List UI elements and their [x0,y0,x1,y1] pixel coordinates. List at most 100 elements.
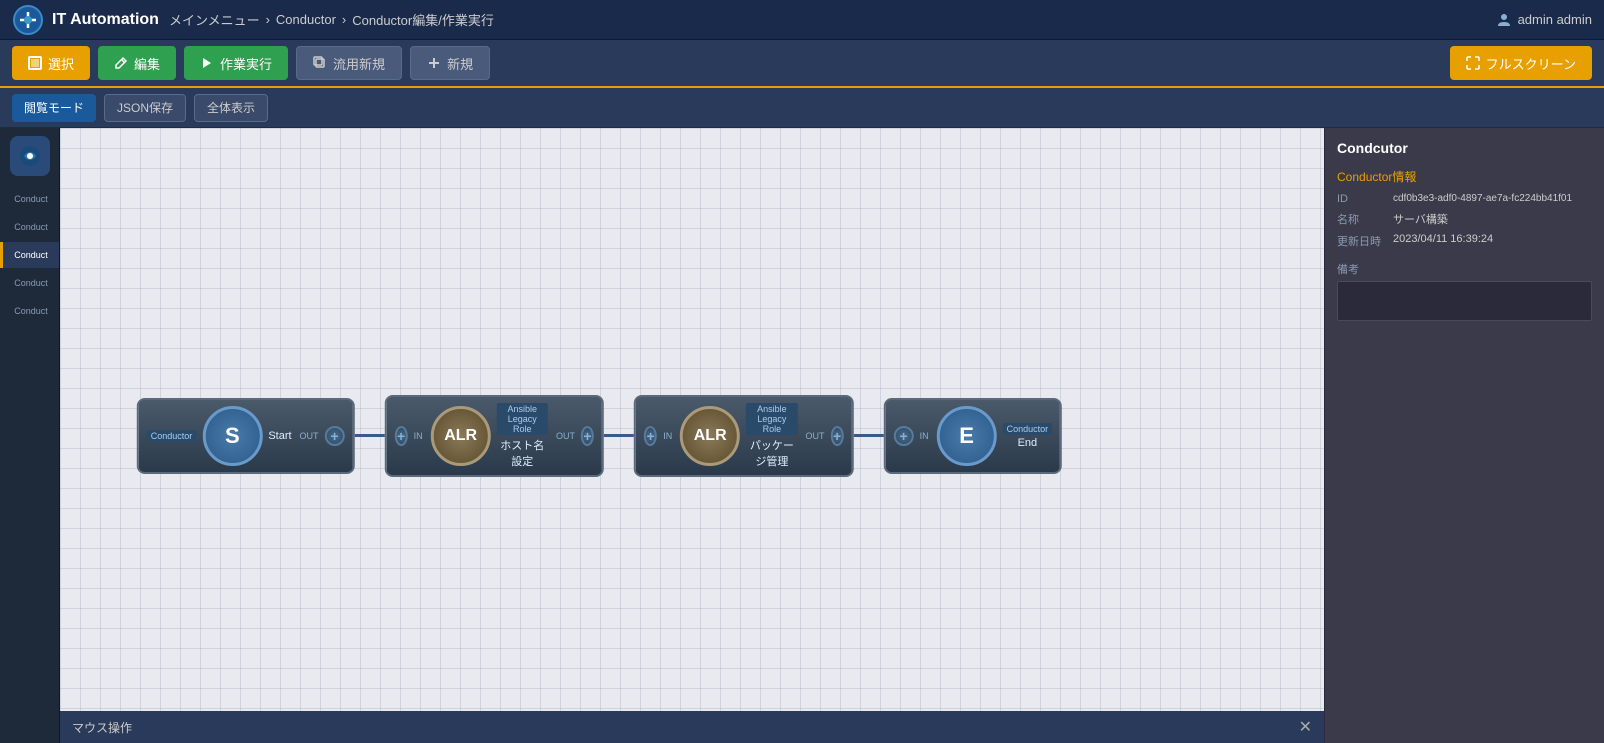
panel-section-title: Conductor情報 [1337,168,1592,185]
run-icon [200,56,214,70]
mouse-hint-close[interactable]: ✕ [1299,717,1312,737]
node-alr1-type: Ansible Legacy Role [497,403,548,435]
select-button[interactable]: 選択 [12,46,90,80]
node-alr2-info: Ansible Legacy Role パッケージ管理 [746,403,797,469]
node-end[interactable]: + IN E Conductor End [884,398,1063,474]
view-all-label: 全体表示 [207,101,255,115]
breadcrumb-section[interactable]: Conductor [276,12,336,27]
user-icon [1496,12,1512,28]
edit-icon [114,56,128,70]
node-start-name: Start [268,430,291,442]
main-layout: Conduct Conduct Conduct Conduct Conduct … [0,128,1604,743]
canvas-area[interactable]: Conductor S Start OUT + + [60,128,1324,743]
sidebar-item-label1: Conduct [14,194,48,204]
node-alr1-out-label: OUT [556,431,575,441]
node-alr2-out-connector[interactable]: + [830,426,843,446]
node-alr1-circle: ALR [431,406,491,466]
breadcrumb-sep1: › [266,12,270,27]
node-alr1-in-connector[interactable]: + [395,426,408,446]
node-start-box: Conductor S Start OUT + [137,398,355,474]
panel-date-value: 2023/04/11 16:39:24 [1393,233,1493,249]
node-alr1[interactable]: + IN ALR Ansible Legacy Role ホスト名設定 OUT … [385,395,605,477]
node-alr1-out-connector[interactable]: + [581,426,594,446]
copy-icon [313,56,327,70]
logo-area: IT Automation [12,4,159,36]
breadcrumb-menu[interactable]: メインメニュー [169,10,260,29]
fullscreen-button[interactable]: フルスクリーン [1450,46,1592,80]
panel-id-value: cdf0b3e3-adf0-4897-ae7a-fc224bb41f01 [1393,193,1572,205]
node-start-name-area: Start [268,430,291,442]
sidebar-item-conduct1[interactable]: Conduct [0,186,59,212]
new-button[interactable]: 新規 [410,46,490,80]
mouse-hint-label: マウス操作 [72,719,132,736]
run-label: 作業実行 [220,54,272,73]
sidebar-item-conduct3[interactable]: Conduct [0,242,59,268]
top-header: IT Automation メインメニュー › Conductor › Cond… [0,0,1604,40]
new-icon [427,56,441,70]
node-start[interactable]: Conductor S Start OUT + [137,398,355,474]
edit-button[interactable]: 編集 [98,46,176,80]
conn-line-3 [854,434,884,437]
canvas-grid: Conductor S Start OUT + + [60,128,1324,743]
node-alr2-box: + IN ALR Ansible Legacy Role パッケージ管理 OUT… [634,395,854,477]
sidebar-item-label4: Conduct [14,278,48,288]
user-name: admin admin [1518,12,1592,27]
node-end-in-label: IN [920,431,929,441]
json-save-button[interactable]: JSON保存 [104,94,186,122]
copy-button[interactable]: 流用新規 [296,46,402,80]
sidebar-item-conduct4[interactable]: Conduct [0,270,59,296]
conn-line-1 [355,434,385,437]
sidebar-item-label3: Conduct [14,250,48,260]
node-alr1-in-label: IN [414,431,423,441]
mode-button[interactable]: 閲覧モード [12,94,96,122]
node-alr2-circle: ALR [680,406,740,466]
breadcrumb: メインメニュー › Conductor › Conductor編集/作業実行 [169,10,1486,29]
node-start-out-connector[interactable]: + [325,426,345,446]
node-alr2-in-connector[interactable]: + [644,426,657,446]
new-label: 新規 [447,54,473,73]
node-alr2-type: Ansible Legacy Role [746,403,797,435]
select-icon [28,56,42,70]
panel-remarks-box [1337,281,1592,321]
mouse-hint-bar: マウス操作 ✕ [60,711,1324,743]
run-button[interactable]: 作業実行 [184,46,288,80]
logo-icon [12,4,44,36]
node-start-info: Conductor [147,430,197,442]
nodes-container: Conductor S Start OUT + + [137,395,1062,477]
sidebar-item-conduct2[interactable]: Conduct [0,214,59,240]
node-alr2-in-label: IN [663,431,672,441]
node-alr2[interactable]: + IN ALR Ansible Legacy Role パッケージ管理 OUT… [634,395,854,477]
panel-id-label: ID [1337,193,1385,205]
fullscreen-label: フルスクリーン [1486,54,1576,73]
node-start-circle: S [202,406,262,466]
node-end-circle: E [937,406,997,466]
panel-row-id: ID cdf0b3e3-adf0-4897-ae7a-fc224bb41f01 [1337,193,1592,205]
node-alr1-info: Ansible Legacy Role ホスト名設定 [497,403,548,469]
node-alr2-name: パッケージ管理 [746,437,797,469]
sidebar-item-label5: Conduct [14,306,48,316]
toolbar: 選択 編集 作業実行 流用新規 新規 フルスクリーン [0,40,1604,88]
node-start-out-label: OUT [300,431,319,441]
mode-label: 閲覧モード [24,101,84,115]
panel-remarks-title: 備考 [1337,261,1592,277]
node-end-in-connector[interactable]: + [894,426,914,446]
app-title: IT Automation [52,11,159,29]
sidebar-logo-icon [18,144,42,168]
panel-title: Condcutor [1337,140,1592,156]
copy-label: 流用新規 [333,54,385,73]
node-alr1-name: ホスト名設定 [497,437,548,469]
node-alr1-box: + IN ALR Ansible Legacy Role ホスト名設定 OUT … [385,395,605,477]
view-all-button[interactable]: 全体表示 [194,94,268,122]
secondary-toolbar: 閲覧モード JSON保存 全体表示 [0,88,1604,128]
panel-date-label: 更新日時 [1337,233,1385,249]
breadcrumb-page: Conductor編集/作業実行 [352,10,494,29]
node-end-name: End [1003,437,1053,449]
node-start-type: Conductor [147,430,197,442]
right-panel: Condcutor Conductor情報 ID cdf0b3e3-adf0-4… [1324,128,1604,743]
conn-line-2 [604,434,634,437]
fullscreen-icon [1466,56,1480,70]
panel-name-value: サーバ構築 [1393,211,1448,227]
edit-label: 編集 [134,54,160,73]
json-label: JSON保存 [117,101,173,115]
sidebar-item-conduct5[interactable]: Conduct [0,298,59,324]
